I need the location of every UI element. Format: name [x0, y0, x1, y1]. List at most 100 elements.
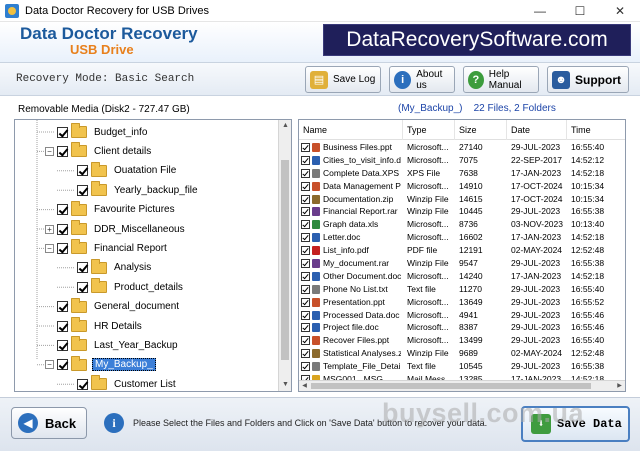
table-row[interactable]: Processed Data.doc Microsoft... 4941 29-JUL… [299, 309, 625, 322]
file-count-label: 22 Files, 2 Folders [473, 103, 556, 114]
tree-checkbox[interactable] [57, 359, 68, 371]
tree-node[interactable]: − Client details [45, 142, 153, 160]
file-checkbox[interactable] [301, 284, 310, 294]
file-checkbox[interactable] [301, 181, 310, 191]
table-row[interactable]: Cities_to_visit_info.doc Microsoft... 7075… [299, 154, 625, 167]
tree-checkbox[interactable] [77, 378, 88, 390]
tree-checkbox[interactable] [57, 204, 68, 216]
table-row[interactable]: Complete Data.XPS XPS File 7638 17-JAN-2023… [299, 167, 625, 180]
tree-checkbox[interactable] [57, 145, 68, 157]
tree-checkbox[interactable] [57, 126, 68, 138]
tree-node[interactable]: General_document [45, 297, 181, 316]
folder-tree[interactable]: Budget_info − Client details Ouatation File… [14, 119, 292, 392]
file-checkbox[interactable] [301, 349, 310, 359]
tree-checkbox[interactable] [77, 262, 88, 274]
save-data-button[interactable]: ⬇ Save Data [521, 406, 630, 442]
scroll-left-arrow-icon[interactable]: ◀ [299, 381, 310, 391]
tree-checkbox[interactable] [57, 320, 68, 332]
table-row[interactable]: List_info.pdf PDF file 12191 02-MAY-2024 12:… [299, 244, 625, 257]
file-list-horizontal-scrollbar[interactable]: ◀ ▶ [299, 380, 625, 391]
file-time-cell: 14:52:18 [571, 167, 605, 178]
current-folder-label: (My_Backup_) [398, 103, 463, 114]
tree-node[interactable]: + DDR_Miscellaneous [45, 220, 187, 238]
file-checkbox[interactable] [301, 194, 310, 204]
back-button[interactable]: ◀ Back [11, 407, 87, 439]
window-title: Data Doctor Recovery for USB Drives [25, 4, 209, 17]
table-row[interactable]: Project file.doc Microsoft... 8387 29-JUL-2… [299, 321, 625, 334]
file-checkbox[interactable] [301, 259, 310, 269]
save-log-button[interactable]: ▤ Save Log [305, 66, 381, 93]
minimize-button[interactable]: — [520, 0, 560, 22]
file-list-scroll-thumb[interactable] [311, 383, 591, 389]
tree-checkbox[interactable] [77, 184, 88, 196]
tree-node[interactable]: Yearly_backup_file [65, 181, 200, 199]
tree-checkbox[interactable] [77, 165, 88, 177]
tree-node[interactable]: Customer List [65, 375, 178, 391]
table-row[interactable]: Documentation.zip Winzip File 14615 17-OCT-… [299, 193, 625, 206]
file-checkbox[interactable] [301, 362, 310, 372]
tree-node[interactable]: Product_details [65, 278, 185, 296]
table-row[interactable]: Phone No List.txt Text file 11270 29-JUL-20… [299, 283, 625, 296]
table-row[interactable]: My_document.rar Winzip File 9547 29-JUL-202… [299, 257, 625, 270]
file-checkbox[interactable] [301, 143, 310, 152]
file-size-cell: 11270 [459, 283, 483, 294]
tree-checkbox[interactable] [57, 242, 68, 254]
tree-expander-icon[interactable]: − [45, 360, 54, 370]
website-logo[interactable]: DataRecoverySoftware.com [323, 24, 631, 56]
tree-checkbox[interactable] [57, 339, 68, 351]
column-header-date[interactable]: Date [507, 120, 567, 140]
table-row[interactable]: Presentation.ppt Microsoft... 13649 29-JUL-… [299, 296, 625, 309]
tree-node[interactable]: Analysis [65, 258, 153, 277]
scroll-down-arrow-icon[interactable]: ▼ [279, 379, 291, 391]
tree-expander-icon[interactable]: − [45, 146, 54, 156]
file-checkbox[interactable] [301, 220, 310, 230]
file-checkbox[interactable] [301, 271, 310, 281]
column-header-time[interactable]: Time [567, 120, 625, 140]
table-row[interactable]: Recover Files.ppt Microsoft... 13499 29-JUL… [299, 334, 625, 347]
file-checkbox[interactable] [301, 155, 310, 165]
file-checkbox[interactable] [301, 336, 310, 346]
table-row[interactable]: Financial Report.rar Winzip File 10445 29-J… [299, 205, 625, 218]
table-row[interactable]: Letter.doc Microsoft... 16602 17-JAN-2023 14… [299, 231, 625, 244]
file-checkbox[interactable] [301, 246, 310, 256]
table-row[interactable]: Business Files.ppt Microsoft... 27140 29-JU… [299, 141, 625, 154]
tree-checkbox[interactable] [77, 281, 88, 293]
file-checkbox[interactable] [301, 323, 310, 333]
file-checkbox[interactable] [301, 168, 310, 178]
tree-node[interactable]: Ouatation File [65, 161, 178, 180]
file-name-cell: Documentation.zip [323, 193, 394, 204]
tree-checkbox[interactable] [57, 223, 68, 235]
tree-scroll-thumb[interactable] [281, 160, 289, 360]
tree-node-label: My_Backup_ [92, 358, 156, 372]
maximize-button[interactable]: ☐ [560, 0, 600, 22]
table-row[interactable]: Other Document.doc Microsoft... 14240 17-JA… [299, 270, 625, 283]
file-checkbox[interactable] [301, 297, 310, 307]
column-header-type[interactable]: Type [403, 120, 455, 140]
tree-expander-icon[interactable]: + [45, 224, 54, 234]
table-row[interactable]: Template_File_Details... Text file 10545 29… [299, 360, 625, 373]
column-header-size[interactable]: Size [455, 120, 507, 140]
scroll-right-arrow-icon[interactable]: ▶ [614, 381, 625, 391]
about-us-button[interactable]: i About us [389, 66, 455, 93]
help-manual-button[interactable]: ? Help Manual [463, 66, 539, 93]
tree-checkbox[interactable] [57, 301, 68, 313]
tree-node[interactable]: Favourite Pictures [45, 200, 177, 219]
tree-expander-icon[interactable]: − [45, 243, 54, 253]
close-button[interactable]: ✕ [600, 0, 640, 22]
file-checkbox[interactable] [301, 233, 310, 243]
support-button[interactable]: ☻ Support [547, 66, 629, 93]
file-list[interactable]: Name Type Size Date Time Business Files.ppt M… [298, 119, 626, 392]
tree-node[interactable]: − Financial Report [45, 239, 169, 257]
tree-node[interactable]: Last_Year_Backup [45, 336, 180, 354]
table-row[interactable]: Statistical Analyses.zip Winzip File 9689 0… [299, 347, 625, 360]
tree-node[interactable]: Budget_info [45, 123, 149, 141]
file-checkbox[interactable] [301, 310, 310, 320]
file-checkbox[interactable] [301, 207, 310, 217]
scroll-up-arrow-icon[interactable]: ▲ [279, 120, 291, 132]
tree-vertical-scrollbar[interactable]: ▲ ▼ [278, 120, 291, 391]
tree-node[interactable]: HR Details [45, 317, 144, 335]
table-row[interactable]: Data Management Pl... Microsoft... 14910 17… [299, 180, 625, 193]
column-header-name[interactable]: Name [299, 120, 403, 140]
table-row[interactable]: Graph data.xls Microsoft... 8736 03-NOV-202… [299, 218, 625, 231]
tree-node[interactable]: − My_Backup_ [45, 355, 156, 374]
